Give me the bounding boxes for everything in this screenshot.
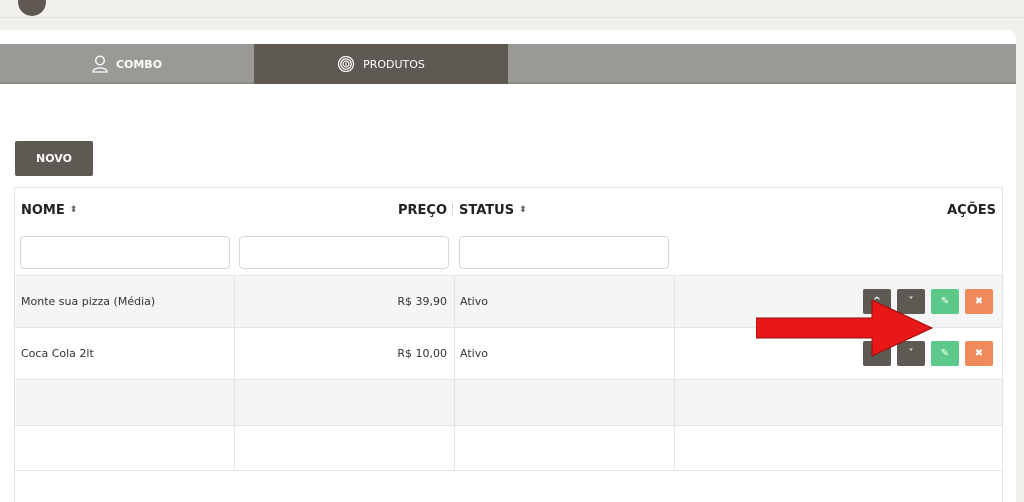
chevron-up-icon: ^	[872, 296, 882, 307]
chevron-down-icon: ˅	[908, 296, 914, 307]
cell-empty	[15, 426, 234, 470]
edit-button[interactable]: ✎	[931, 341, 959, 366]
table-row[interactable]: Coca Cola 2lt R$ 10,00 Ativo ^ ˅ ✎ ✖	[15, 327, 1002, 379]
header-acoes-label: AÇÕES	[947, 202, 996, 218]
chevron-up-icon: ^	[872, 348, 882, 359]
sort-icon: ⬍	[519, 205, 527, 215]
tab-combo[interactable]: COMBO	[0, 44, 254, 84]
move-down-button[interactable]: ˅	[897, 289, 925, 314]
column-resize-handle[interactable]	[452, 204, 454, 216]
tab-produtos-label: PRODUTOS	[363, 57, 425, 71]
delete-button[interactable]: ✖	[965, 289, 993, 314]
header-status[interactable]: STATUS ⬍	[459, 188, 527, 232]
edit-icon: ✎	[940, 296, 950, 307]
products-table: NOME ⬍ PREÇO STATUS ⬍ AÇÕES Monte sua pi…	[14, 187, 1003, 502]
move-down-button[interactable]: ˅	[897, 341, 925, 366]
filter-status-input[interactable]	[459, 236, 669, 269]
tab-combo-label: COMBO	[115, 57, 163, 71]
cell-empty	[234, 380, 454, 425]
header-status-label: STATUS	[459, 202, 515, 218]
cell-acoes: ^ ˅ ✎ ✖	[674, 276, 1002, 327]
cell-empty	[15, 380, 234, 425]
cell-nome: Monte sua pizza (Média)	[21, 295, 156, 308]
cell-preco: R$ 10,00	[234, 328, 454, 379]
sort-icon: ⬍	[69, 205, 78, 215]
tab-produtos[interactable]: PRODUTOS	[254, 44, 508, 84]
cell-acoes: ^ ˅ ✎ ✖	[674, 328, 1002, 379]
cell-empty	[674, 380, 1002, 425]
cell-empty	[454, 426, 674, 470]
chevron-down-icon: ˅	[908, 348, 914, 359]
cell-status: Ativo	[454, 276, 674, 327]
header-preco-label: PREÇO	[397, 202, 447, 218]
filter-nome-input[interactable]	[20, 236, 230, 269]
delete-icon: ✖	[974, 348, 984, 359]
cell-status: Ativo	[454, 328, 674, 379]
edit-icon: ✎	[940, 348, 950, 359]
tab-bar: COMBO PRODUTOS	[0, 44, 1016, 84]
filter-preco-input[interactable]	[239, 236, 449, 269]
header-preco[interactable]: PREÇO	[235, 188, 447, 232]
move-up-button[interactable]: ^	[863, 341, 891, 366]
delete-icon: ✖	[974, 296, 984, 307]
move-up-button[interactable]: ^	[863, 289, 891, 314]
avatar[interactable]	[18, 0, 46, 16]
top-bar	[0, 0, 1024, 18]
cell-nome: Coca Cola 2lt	[21, 347, 94, 360]
cell-empty	[234, 426, 454, 470]
cell-empty	[674, 426, 1002, 470]
table-row[interactable]: Monte sua pizza (Média) R$ 39,90 Ativo ^…	[15, 275, 1002, 327]
delete-button[interactable]: ✖	[965, 341, 993, 366]
header-acoes: AÇÕES	[947, 188, 996, 232]
edit-button[interactable]: ✎	[931, 289, 959, 314]
cell-preco: R$ 39,90	[234, 276, 454, 327]
table-row-empty	[15, 425, 1002, 471]
cell-empty	[454, 380, 674, 425]
header-nome-label: NOME	[21, 202, 65, 218]
new-button[interactable]: NOVO	[15, 141, 93, 176]
fingerprint-icon	[337, 55, 355, 73]
table-row-empty	[15, 379, 1002, 425]
header-nome[interactable]: NOME ⬍	[21, 188, 77, 232]
user-icon	[92, 55, 108, 73]
